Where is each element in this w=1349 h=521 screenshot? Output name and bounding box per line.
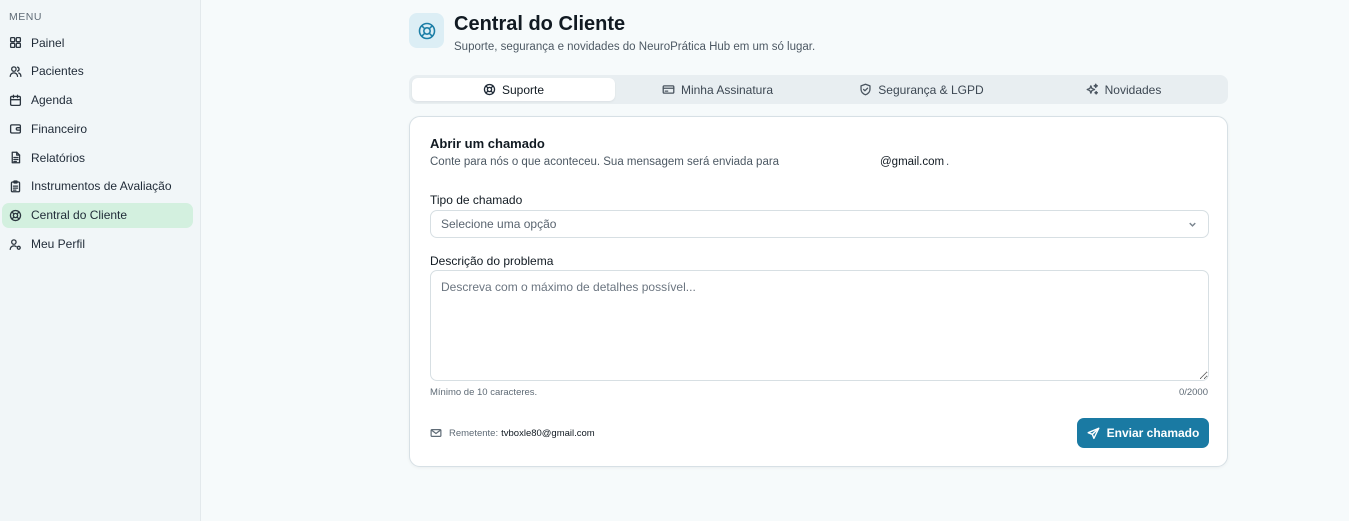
users-icon — [9, 65, 22, 78]
lifebuoy-icon — [9, 209, 22, 222]
page-title: Central do Cliente — [454, 13, 626, 35]
sidebar-item-central-do-cliente[interactable]: Central do Cliente — [2, 202, 193, 228]
sidebar-item-label: Painel — [31, 35, 65, 50]
dashboard-icon — [9, 36, 22, 49]
tab-bar: Suporte Minha Assinatura Segurança & LGP… — [409, 75, 1228, 104]
sparkles-icon — [1086, 83, 1099, 96]
tab-label: Suporte — [501, 82, 545, 97]
tab-label: Novidades — [1104, 82, 1162, 97]
ticket-type-label: Tipo de chamado — [430, 193, 523, 207]
character-counter: 0/2000 — [1178, 387, 1208, 398]
menu-label: MENU — [9, 11, 42, 23]
tab-minha-assinatura[interactable]: Minha Assinatura — [616, 78, 819, 101]
tab-label: Minha Assinatura — [680, 82, 774, 97]
sidebar-nav: Painel Pacientes Agenda Financeiro Relat… — [2, 30, 193, 260]
credit-card-icon — [662, 83, 675, 96]
support-email-suffix: . — [946, 156, 950, 168]
ticket-type-value: Selecione uma opção — [441, 217, 557, 231]
send-icon — [1087, 427, 1100, 440]
support-ticket-card: Abrir um chamado Conte para nós o que ac… — [409, 116, 1228, 467]
user-gear-icon — [9, 238, 22, 251]
sidebar-item-instrumentos[interactable]: Instrumentos de Avaliação — [2, 174, 193, 199]
mail-icon — [430, 427, 442, 439]
sidebar: MENU Painel Pacientes Agenda Financeiro … — [0, 0, 201, 521]
sidebar-item-label: Pacientes — [31, 64, 84, 79]
header-lifebuoy-icon — [409, 13, 444, 48]
page-subtitle: Suporte, segurança e novidades do NeuroP… — [454, 41, 816, 53]
clipboard-icon — [9, 180, 22, 193]
tab-label: Segurança & LGPD — [878, 82, 984, 97]
send-ticket-button[interactable]: Enviar chamado — [1077, 418, 1209, 448]
chevron-down-icon — [1187, 219, 1198, 230]
sidebar-item-relatorios[interactable]: Relatórios — [2, 145, 193, 170]
sidebar-item-financeiro[interactable]: Financeiro — [2, 116, 193, 141]
sender-label: Remetente: — [449, 427, 499, 439]
sidebar-item-pacientes[interactable]: Pacientes — [2, 59, 193, 84]
sidebar-item-label: Meu Perfil — [31, 237, 86, 252]
calendar-icon — [9, 94, 22, 107]
sidebar-item-label: Central do Cliente — [31, 208, 128, 223]
problem-description-textarea[interactable] — [430, 270, 1209, 381]
lifebuoy-icon — [483, 83, 496, 96]
ticket-type-select[interactable]: Selecione uma opção — [430, 210, 1209, 238]
sidebar-item-painel[interactable]: Painel — [2, 30, 193, 55]
report-icon — [9, 151, 22, 164]
support-email: @gmail.com — [880, 156, 945, 168]
wallet-icon — [9, 122, 22, 135]
sidebar-item-label: Agenda — [31, 93, 73, 108]
min-characters-hint: Mínimo de 10 caracteres. — [430, 387, 538, 398]
sender-info: Remetente: tvboxle80@gmail.com — [430, 427, 595, 439]
sidebar-item-meu-perfil[interactable]: Meu Perfil — [2, 232, 193, 257]
tab-seguranca-lgpd[interactable]: Segurança & LGPD — [820, 78, 1023, 101]
sender-email: tvboxle80@gmail.com — [501, 427, 595, 439]
sidebar-item-label: Financeiro — [31, 121, 88, 136]
tab-novidades[interactable]: Novidades — [1022, 78, 1225, 101]
sidebar-item-label: Relatórios — [31, 150, 86, 165]
tab-suporte[interactable]: Suporte — [412, 78, 615, 101]
send-button-label: Enviar chamado — [1106, 426, 1200, 440]
shield-icon — [859, 83, 872, 96]
sidebar-item-agenda[interactable]: Agenda — [2, 88, 193, 113]
sidebar-item-label: Instrumentos de Avaliação — [31, 179, 172, 194]
problem-description-label: Descrição do problema — [430, 254, 554, 268]
card-title: Abrir um chamado — [430, 136, 545, 151]
